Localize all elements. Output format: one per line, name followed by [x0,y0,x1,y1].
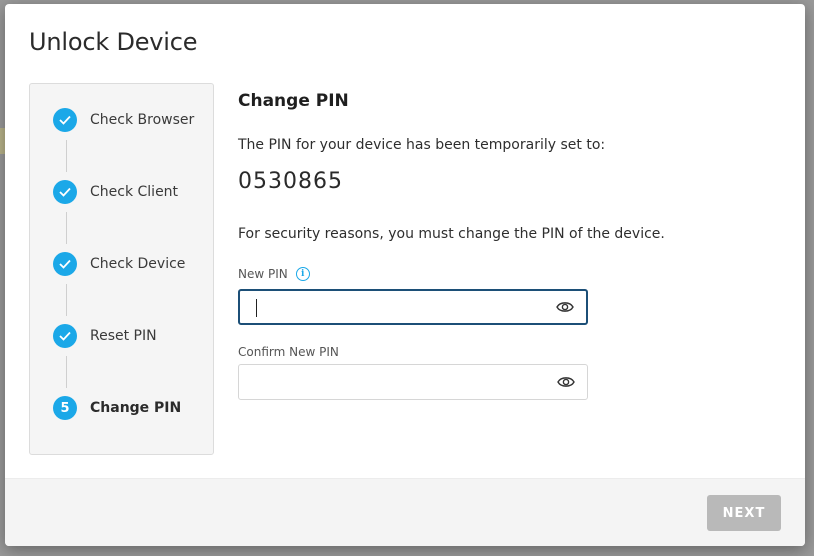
next-button[interactable]: NEXT [707,495,781,531]
step-check-client: Check Client [53,180,213,204]
confirm-pin-label-text: Confirm New PIN [238,345,339,359]
step-label: Reset PIN [90,328,157,344]
step-change-pin: 5 Change PIN [53,396,213,420]
check-icon [53,324,77,348]
new-pin-label: New PIN i [238,267,310,281]
unlock-device-dialog: Unlock Device Check Browser Check Client… [5,4,805,546]
dialog-footer: NEXT [5,478,805,546]
step-label: Change PIN [90,400,182,416]
step-connector [66,212,67,244]
text-caret [256,299,257,317]
stepper: Check Browser Check Client Check Device … [29,83,214,455]
info-icon[interactable]: i [295,267,310,281]
step-connector [66,140,67,172]
dialog-title: Unlock Device [29,28,198,56]
change-pin-panel: Change PIN The PIN for your device has b… [238,4,778,474]
step-connector [66,356,67,388]
step-label: Check Browser [90,112,195,128]
eye-icon[interactable] [556,300,574,314]
new-pin-label-text: New PIN [238,267,288,281]
security-text: For security reasons, you must change th… [238,226,665,242]
eye-icon[interactable] [557,375,575,389]
check-icon [53,108,77,132]
step-connector [66,284,67,316]
step-label: Check Device [90,256,186,272]
confirm-pin-label: Confirm New PIN [238,345,339,359]
section-heading: Change PIN [238,91,349,111]
step-check-browser: Check Browser [53,108,213,132]
step-check-device: Check Device [53,252,213,276]
new-pin-input[interactable] [254,291,544,323]
check-icon [53,180,77,204]
new-pin-field[interactable] [238,289,588,325]
confirm-pin-field[interactable] [238,364,588,400]
confirm-pin-input[interactable] [253,365,543,399]
temporary-pin: 0530865 [238,169,343,194]
step-reset-pin: Reset PIN [53,324,213,348]
step-label: Check Client [90,184,179,200]
check-icon [53,252,77,276]
pin-intro-text: The PIN for your device has been tempora… [238,137,606,153]
step-number: 5 [53,396,77,420]
